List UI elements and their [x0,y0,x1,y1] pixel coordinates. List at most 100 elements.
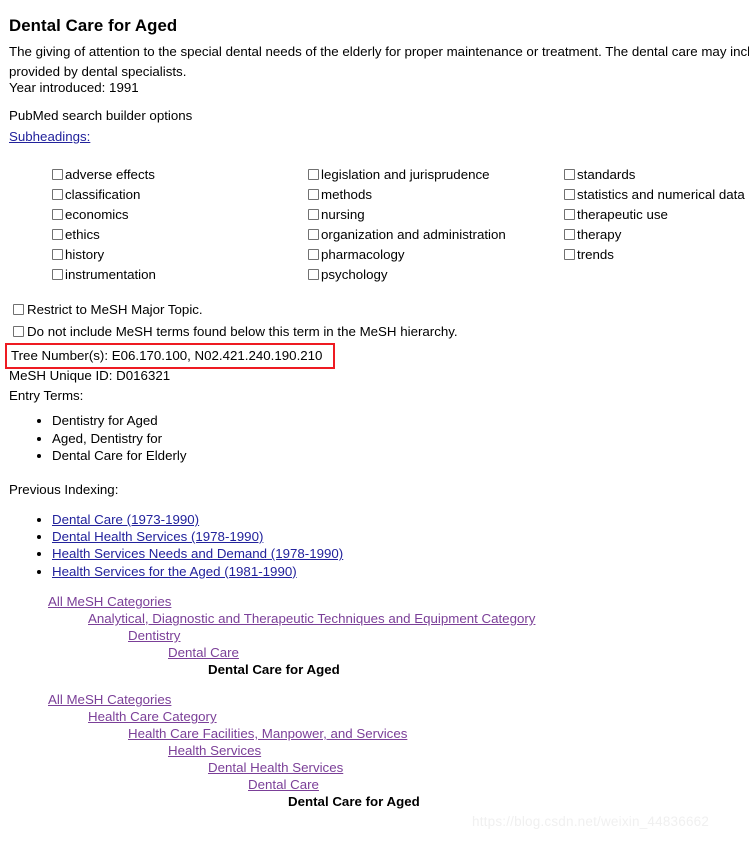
subheading-label: therapeutic use [577,207,668,222]
mesh-tree-1: All MeSH Categories Analytical, Diagnost… [0,593,535,678]
exclude-hierarchy-label: Do not include MeSH terms found below th… [27,324,458,339]
subheading-row[interactable]: nursing [308,206,506,226]
subheading-row[interactable]: economics [52,206,156,226]
subheading-checkbox-trends[interactable] [564,249,575,260]
subheading-row[interactable]: statistics and numerical data [564,186,745,206]
tree-node-link[interactable]: Analytical, Diagnostic and Therapeutic T… [88,611,535,626]
subheadings-column-1: adverse effects classification economics… [52,166,156,286]
subheading-checkbox-classification[interactable] [52,189,63,200]
list-item: Dental Care for Elderly [52,447,187,465]
subheading-checkbox-psychology[interactable] [308,269,319,280]
tree-row: Dental Care for Aged [0,793,420,810]
mesh-term-page: Dental Care for Aged The giving of atten… [0,0,749,842]
subheading-checkbox-pharmacology[interactable] [308,249,319,260]
subheadings-column-2: legislation and jurisprudence methods nu… [308,166,506,286]
subheading-checkbox-statistics-and-numerical-data[interactable] [564,189,575,200]
previous-indexing-list: Dental Care (1973-1990) Dental Health Se… [30,511,343,580]
subheading-label: nursing [321,207,365,222]
exclude-hierarchy-checkbox[interactable] [13,326,24,337]
subheading-row[interactable]: methods [308,186,506,206]
list-item: Dental Health Services (1978-1990) [52,528,343,545]
previous-indexing-label: Previous Indexing: [9,482,119,497]
subheading-row[interactable]: instrumentation [52,266,156,286]
tree-row: Dentistry [0,627,535,644]
subheading-row[interactable]: adverse effects [52,166,156,186]
tree-row: Dental Care [0,776,420,793]
restrict-major-topic-checkbox[interactable] [13,304,24,315]
mesh-tree-2: All MeSH Categories Health Care Category… [0,691,420,810]
subheading-label: economics [65,207,129,222]
subheading-label: legislation and jurisprudence [321,167,490,182]
subheading-label: methods [321,187,372,202]
subheading-row[interactable]: legislation and jurisprudence [308,166,506,186]
restrict-options-group: Restrict to MeSH Major Topic. Do not inc… [13,300,458,344]
subheading-label: trends [577,247,614,262]
subheading-label: instrumentation [65,267,156,282]
subheading-row[interactable]: standards [564,166,745,186]
subheading-checkbox-economics[interactable] [52,209,63,220]
tree-node-link[interactable]: Dental Health Services [208,760,343,775]
page-title: Dental Care for Aged [9,16,178,35]
tree-row: Health Care Facilities, Manpower, and Se… [0,725,420,742]
subheading-checkbox-legislation-and-jurisprudence[interactable] [308,169,319,180]
list-item: Dentistry for Aged [52,412,187,430]
tree-row: All MeSH Categories [0,593,535,610]
subheading-checkbox-adverse-effects[interactable] [52,169,63,180]
subheading-checkbox-ethics[interactable] [52,229,63,240]
tree-node-link[interactable]: All MeSH Categories [48,594,171,609]
tree-row: All MeSH Categories [0,691,420,708]
subheading-label: organization and administration [321,227,506,242]
entry-terms-label: Entry Terms: [9,388,84,403]
subheading-checkbox-instrumentation[interactable] [52,269,63,280]
previous-indexing-link[interactable]: Health Services for the Aged (1981-1990) [52,564,297,579]
tree-node-link[interactable]: Dentistry [128,628,180,643]
subheading-checkbox-organization-and-administration[interactable] [308,229,319,240]
restrict-major-topic-label: Restrict to MeSH Major Topic. [27,302,203,317]
exclude-hierarchy-row[interactable]: Do not include MeSH terms found below th… [13,322,458,344]
subheading-label: ethics [65,227,100,242]
tree-node-current: Dental Care for Aged [288,794,420,809]
subheading-label: statistics and numerical data [577,187,745,202]
tree-row: Dental Care for Aged [0,661,535,678]
tree-row: Analytical, Diagnostic and Therapeutic T… [0,610,535,627]
subheading-checkbox-nursing[interactable] [308,209,319,220]
scope-note: The giving of attention to the special d… [9,44,749,79]
year-introduced: Year introduced: 1991 [9,80,139,95]
subheading-checkbox-therapeutic-use[interactable] [564,209,575,220]
subheading-row[interactable]: classification [52,186,156,206]
mesh-unique-id: MeSH Unique ID: D016321 [9,368,171,383]
subheading-row[interactable]: organization and administration [308,226,506,246]
subheading-label: adverse effects [65,167,155,182]
tree-row: Health Care Category [0,708,420,725]
subheading-checkbox-methods[interactable] [308,189,319,200]
subheading-label: therapy [577,227,622,242]
subheading-row[interactable]: trends [564,246,745,266]
subheading-row[interactable]: therapy [564,226,745,246]
previous-indexing-link[interactable]: Dental Care (1973-1990) [52,512,199,527]
tree-node-link[interactable]: Dental Care [248,777,319,792]
subheading-row[interactable]: pharmacology [308,246,506,266]
subheading-label: history [65,247,105,262]
tree-node-link[interactable]: Health Care Category [88,709,217,724]
list-item: Health Services for the Aged (1981-1990) [52,563,343,580]
previous-indexing-link[interactable]: Dental Health Services (1978-1990) [52,529,263,544]
subheading-checkbox-standards[interactable] [564,169,575,180]
subheading-checkbox-therapy[interactable] [564,229,575,240]
subheading-row[interactable]: psychology [308,266,506,286]
restrict-major-topic-row[interactable]: Restrict to MeSH Major Topic. [13,300,458,322]
tree-node-link[interactable]: Health Services [168,743,261,758]
subheading-row[interactable]: ethics [52,226,156,246]
subheadings-link[interactable]: Subheadings: [9,129,90,144]
list-item: Dental Care (1973-1990) [52,511,343,528]
subheading-checkbox-history[interactable] [52,249,63,260]
tree-node-current: Dental Care for Aged [208,662,340,677]
subheading-label: classification [65,187,141,202]
tree-node-link[interactable]: Dental Care [168,645,239,660]
subheading-row[interactable]: therapeutic use [564,206,745,226]
tree-node-link[interactable]: Health Care Facilities, Manpower, and Se… [128,726,407,741]
subheading-row[interactable]: history [52,246,156,266]
subheading-label: psychology [321,267,388,282]
entry-terms-list: Dentistry for Aged Aged, Dentistry for D… [30,412,187,465]
previous-indexing-link[interactable]: Health Services Needs and Demand (1978-1… [52,546,343,561]
tree-node-link[interactable]: All MeSH Categories [48,692,171,707]
